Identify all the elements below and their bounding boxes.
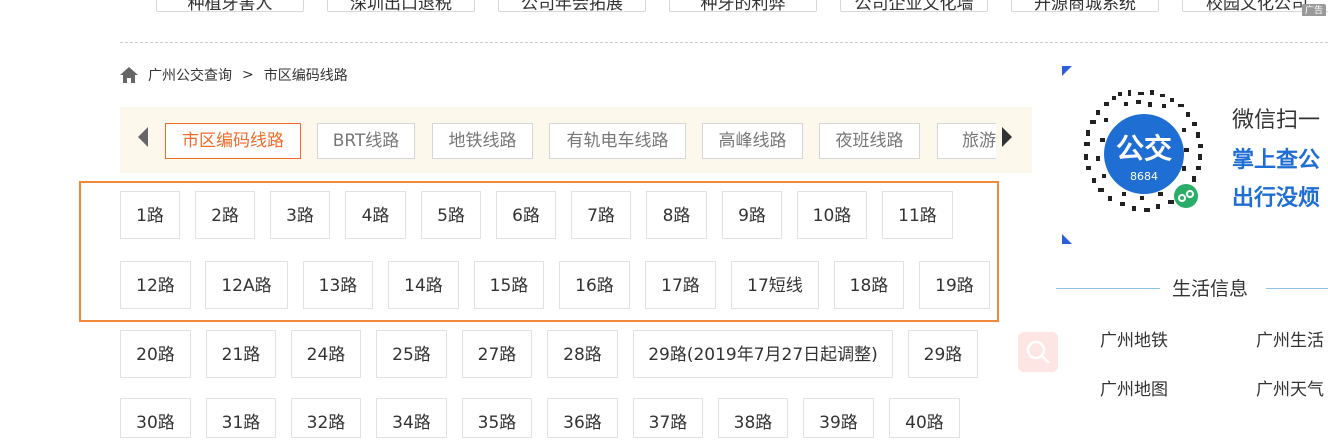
life-link-weather[interactable]: 广州天气 <box>1256 375 1324 400</box>
tab-tram[interactable]: 有轨电车线路 <box>549 123 686 159</box>
floating-search-button[interactable] <box>1018 332 1058 372</box>
route-link[interactable]: 18路 <box>834 261 904 309</box>
route-link[interactable]: 20路 <box>120 330 191 378</box>
route-link[interactable]: 39路 <box>803 398 874 438</box>
ad-link[interactable]: 开源商城系统 <box>1011 0 1159 14</box>
breadcrumb: 广州公交查询 > 市区编码线路 <box>120 64 348 86</box>
ad-link[interactable]: 公司企业文化墙 <box>840 0 988 14</box>
route-link[interactable]: 28路 <box>547 330 618 378</box>
route-link[interactable]: 29路 <box>908 330 978 378</box>
divider <box>120 42 1328 43</box>
line-type-tabbar: 市区编码线路 BRT线路 地铁线路 有轨电车线路 高峰线路 夜班线路 旅游线 <box>120 107 1032 173</box>
route-link[interactable]: 38路 <box>718 398 788 438</box>
home-icon[interactable] <box>120 67 138 83</box>
breadcrumb-home-link[interactable]: 广州公交查询 <box>148 65 232 85</box>
route-link[interactable]: 24路 <box>291 330 361 378</box>
route-link[interactable]: 17路 <box>645 261 716 309</box>
route-link[interactable]: 34路 <box>376 398 447 438</box>
route-link[interactable]: 36路 <box>547 398 618 438</box>
route-link[interactable]: 1路 <box>120 191 180 239</box>
ad-strip: 种植牙害人 深圳出口退税 公司年会拓展 种牙的利弊 公司企业文化墙 开源商城系统… <box>0 0 1328 16</box>
route-link[interactable]: 15路 <box>474 261 544 309</box>
qr-caption: 出行没烦 <box>1232 186 1321 211</box>
wechat-qr-promo[interactable]: 公交 8684 微信扫一 掌上查公 出行没烦 <box>1062 66 1328 244</box>
route-link[interactable]: 31路 <box>206 398 276 438</box>
route-link[interactable]: 5路 <box>421 191 481 239</box>
route-link[interactable]: 16路 <box>559 261 630 309</box>
route-link[interactable]: 32路 <box>291 398 361 438</box>
route-link[interactable]: 13路 <box>303 261 373 309</box>
route-link[interactable]: 40路 <box>889 398 960 438</box>
route-link[interactable]: 6路 <box>496 191 556 239</box>
scroll-right-arrow-icon[interactable] <box>1002 127 1012 147</box>
route-link[interactable]: 12路 <box>120 261 191 309</box>
route-link[interactable]: 17短线 <box>731 261 819 309</box>
search-icon <box>1026 340 1050 364</box>
route-link[interactable]: 14路 <box>388 261 459 309</box>
tab-tourist[interactable]: 旅游线 <box>937 123 996 159</box>
ad-link[interactable]: 公司年会拓展 <box>498 0 646 14</box>
route-link[interactable]: 21路 <box>206 330 276 378</box>
route-link[interactable]: 30路 <box>120 398 191 438</box>
corner-marker <box>1062 66 1072 76</box>
life-link-life[interactable]: 广州生活 <box>1256 326 1324 351</box>
life-info-title: 生活信息 <box>1172 278 1249 300</box>
route-link[interactable]: 10路 <box>797 191 867 239</box>
life-info-header: 生活信息 <box>1056 276 1328 302</box>
qr-caption: 微信扫一 <box>1232 108 1321 133</box>
ad-link[interactable]: 种牙的利弊 <box>669 0 817 14</box>
divider <box>1266 288 1328 289</box>
ad-link[interactable]: 种植牙害人 <box>156 0 304 14</box>
route-link[interactable]: 11路 <box>882 191 953 239</box>
route-link[interactable]: 29路(2019年7月27日起调整) <box>633 330 893 378</box>
route-link[interactable]: 3路 <box>270 191 330 239</box>
qr-badge-title: 公交 <box>1116 132 1172 165</box>
route-link[interactable]: 12A路 <box>205 261 288 309</box>
tab-list: 市区编码线路 BRT线路 地铁线路 有轨电车线路 高峰线路 夜班线路 旅游线 <box>164 123 996 159</box>
ad-link[interactable]: 深圳出口退税 <box>327 0 475 14</box>
qr-badge-number: 8684 <box>1130 170 1158 183</box>
qr-caption: 掌上查公 <box>1232 148 1321 173</box>
corner-marker <box>1062 234 1072 244</box>
life-link-metro[interactable]: 广州地铁 <box>1100 326 1168 351</box>
route-link[interactable]: 2路 <box>195 191 255 239</box>
tab-brt[interactable]: BRT线路 <box>317 123 415 159</box>
ad-badge[interactable]: 广告 <box>1301 4 1326 16</box>
tab-urban-routes[interactable]: 市区编码线路 <box>165 123 301 159</box>
qr-code-icon: 公交 8684 <box>1084 90 1203 212</box>
route-link[interactable]: 7路 <box>571 191 631 239</box>
route-link[interactable]: 4路 <box>345 191 406 239</box>
divider <box>1056 288 1160 289</box>
breadcrumb-current: 市区编码线路 <box>263 68 348 84</box>
tab-metro[interactable]: 地铁线路 <box>432 123 533 159</box>
tab-peak[interactable]: 高峰线路 <box>702 123 803 159</box>
life-link-map[interactable]: 广州地图 <box>1100 375 1168 400</box>
route-link[interactable]: 35路 <box>462 398 532 438</box>
route-link[interactable]: 25路 <box>376 330 447 378</box>
route-link[interactable]: 19路 <box>919 261 990 309</box>
route-link[interactable]: 27路 <box>462 330 532 378</box>
route-link[interactable]: 37路 <box>633 398 703 438</box>
scroll-left-arrow-icon[interactable] <box>138 127 148 147</box>
breadcrumb-separator: > <box>242 67 254 83</box>
tab-night[interactable]: 夜班线路 <box>819 123 920 159</box>
route-link[interactable]: 8路 <box>646 191 707 239</box>
route-link[interactable]: 9路 <box>722 191 782 239</box>
